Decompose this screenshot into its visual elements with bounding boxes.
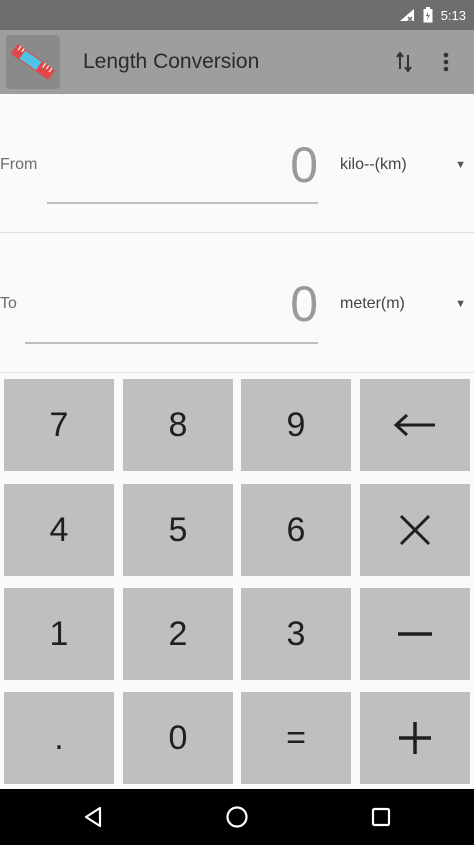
from-input-underline: [47, 202, 318, 204]
key-7[interactable]: 7: [4, 379, 114, 471]
key-3[interactable]: 3: [241, 588, 351, 680]
from-unit-select[interactable]: kilo--(km) ▼: [340, 156, 470, 174]
minus-key[interactable]: [360, 588, 470, 680]
key-6[interactable]: 6: [241, 484, 351, 576]
from-label: From: [0, 156, 38, 173]
decimal-key[interactable]: .: [4, 692, 114, 784]
to-unit-select[interactable]: meter(m) ▼: [340, 295, 470, 313]
key-0[interactable]: 0: [123, 692, 233, 784]
multiply-icon: [399, 514, 431, 546]
home-icon[interactable]: [221, 801, 253, 833]
from-value-input[interactable]: 0: [158, 136, 318, 194]
plus-icon: [399, 722, 431, 754]
swap-units-icon[interactable]: [388, 46, 420, 78]
from-row: From 0 kilo--(km) ▼: [0, 94, 474, 232]
from-unit-label: kilo--(km): [340, 156, 407, 173]
dropdown-caret-icon: ▼: [455, 298, 466, 310]
signal-icon: [399, 8, 415, 22]
to-input-underline: [25, 342, 318, 344]
battery-icon: [423, 7, 433, 23]
plus-key[interactable]: [360, 692, 470, 784]
back-icon[interactable]: [77, 801, 109, 833]
key-5[interactable]: 5: [123, 484, 233, 576]
status-time: 5:13: [440, 7, 466, 23]
to-unit-label: meter(m): [340, 295, 405, 312]
to-row: To 0 meter(m) ▼: [0, 233, 474, 372]
key-2[interactable]: 2: [123, 588, 233, 680]
status-bar: 5:13: [0, 0, 474, 30]
multiply-key[interactable]: [360, 484, 470, 576]
to-value-input[interactable]: 0: [158, 275, 318, 333]
to-label: To: [0, 295, 17, 312]
navigation-bar: [0, 789, 474, 845]
keypad: 7 8 9 4 5 6 1 2 3 . 0 =: [0, 373, 474, 789]
page-title: Length Conversion: [83, 50, 260, 73]
key-8[interactable]: 8: [123, 379, 233, 471]
equals-key[interactable]: =: [241, 692, 351, 784]
backspace-key[interactable]: [360, 379, 470, 471]
key-1[interactable]: 1: [4, 588, 114, 680]
recents-icon[interactable]: [365, 801, 397, 833]
more-vert-icon[interactable]: [432, 46, 460, 78]
backspace-arrow-icon: [393, 413, 435, 437]
key-4[interactable]: 4: [4, 484, 114, 576]
dropdown-caret-icon: ▼: [455, 159, 466, 171]
ruler-app-icon: [6, 35, 60, 89]
key-9[interactable]: 9: [241, 379, 351, 471]
status-icons: 5:13: [399, 0, 466, 30]
minus-icon: [398, 632, 432, 636]
app-bar: Length Conversion: [0, 30, 474, 94]
